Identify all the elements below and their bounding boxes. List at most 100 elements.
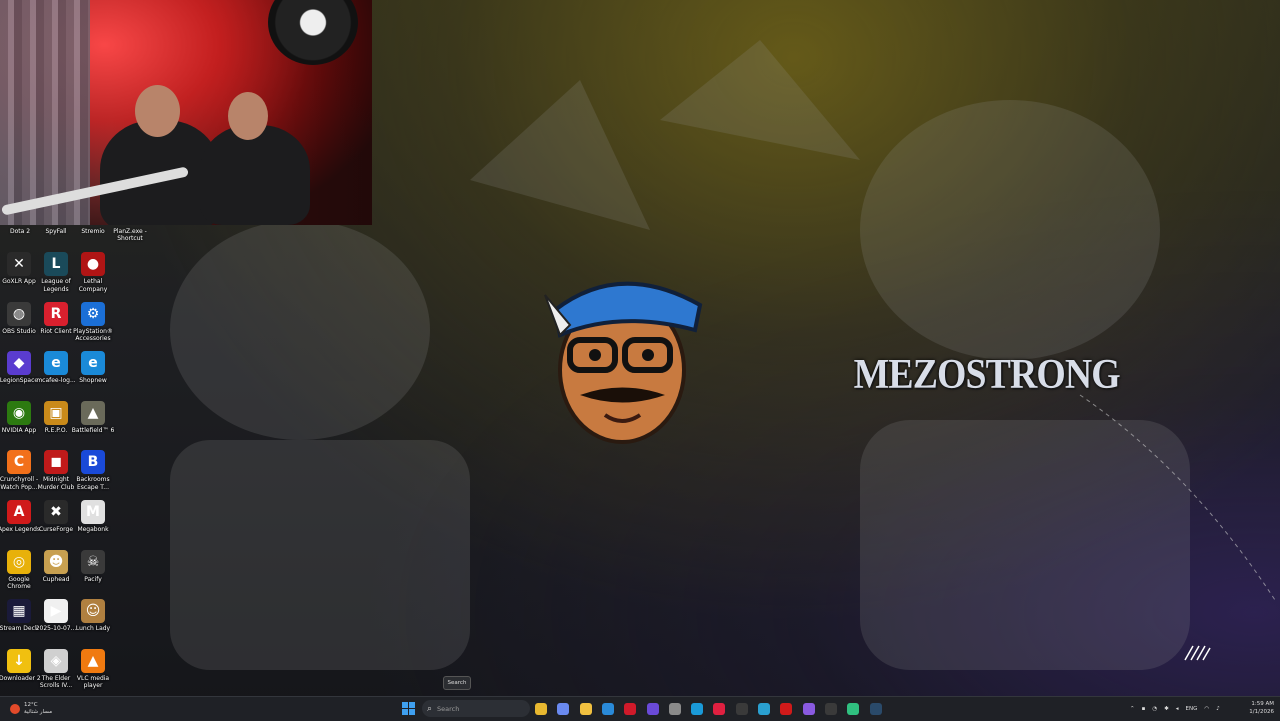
desktop-icon[interactable]: ☠ Pacify [74,549,112,584]
streamer-right [200,125,310,225]
opera-gx-icon[interactable] [713,703,726,715]
desktop-icon[interactable]: ☺ Lunch Lady [74,599,112,633]
volume-icon[interactable]: ◂ [1176,706,1179,712]
start-button[interactable] [402,702,415,715]
legionspace-icon: ◆ [7,351,31,376]
system-tray: ⌃ ▪ ◔ ✱ ◂ ENG ◠ ♪ [1130,697,1220,721]
desktop-icon[interactable]: ◼ Midnight Murder Club [37,450,75,491]
desktop-icon-label: Megabonk [77,526,109,533]
weather-icon [10,704,20,714]
streamlabs-icon[interactable] [847,703,860,715]
desktop-icon[interactable]: ▶ 2025-10-07... [36,599,76,633]
riot-client-icon: R [44,301,68,326]
desktop-icon-label: Dota 2 [9,228,31,235]
desktop-icon-label: SpyFall [45,228,67,235]
desktop-icon-stremio[interactable]: Stremio [73,228,113,235]
desktop-icon-dota2[interactable]: Dota 2 [0,228,40,235]
megabonk-icon: M [81,500,105,524]
desktop-icon-label: Pacify [84,575,102,583]
backrooms-icon: B [81,450,105,475]
obs-taskbar-icon[interactable] [735,703,748,715]
folder-icon[interactable] [579,703,592,715]
video-file-icon: ▶ [44,599,68,624]
desktop-icon[interactable]: ▣ R.E.P.O. [37,400,75,435]
desktop-icon[interactable]: ◉ NVIDIA App [0,400,38,435]
desktop-icon[interactable]: A Apex Legends [0,500,40,534]
taskbar-clock[interactable]: 1:59 AM 1/1/2026 [1240,700,1274,716]
webcam-overlay [0,0,372,225]
desktop-icon[interactable]: C Crunchyroll - Watch Pop... [0,450,38,491]
proton-vpn-icon[interactable] [646,703,659,715]
desktop-icon[interactable]: e Shopnew [74,351,112,385]
desktop-icon-label: Lunch Lady [75,625,111,633]
elder-scrolls-icon: ◈ [44,648,68,673]
desktop-icon[interactable]: ↓ JDownloader 2 [0,648,41,683]
speaker-icon[interactable]: ♪ [1216,706,1220,712]
language-indicator[interactable]: ENG [1186,706,1198,712]
chevron-up-icon[interactable]: ⌃ [1130,706,1135,712]
edge-icon: e [44,351,68,376]
goxlr-icon: ✕ [7,252,31,276]
desktop-icon-label: Backrooms Escape T... [76,476,110,491]
desktop-icon[interactable]: ☻ Cuphead [37,549,75,584]
messenger-icon[interactable] [802,703,815,715]
desktop-icon[interactable]: L League of Legends [37,252,75,293]
bluetooth-icon[interactable]: ✱ [1164,706,1169,712]
microsoft-store-icon[interactable] [601,703,614,715]
pacify-icon: ☠ [81,549,105,574]
desktop-icon-label: Stremio [81,228,105,235]
cuphead-icon: ☻ [44,549,68,574]
copilot-icon[interactable] [557,703,570,715]
lethal-company-icon: ● [81,252,105,276]
taskbar: 12°C مسار شتائية ⌕ Search ⌃ ▪ ◔ ✱ ◂ ENG … [0,696,1280,721]
weather-temp: 12°C [24,702,38,708]
apex-icon: A [7,500,31,524]
search-placeholder: Search [437,704,460,713]
desktop-icon[interactable]: ✖ CurseForge [37,500,75,534]
desktop-icon[interactable]: ▲ VLC media player [74,648,112,690]
clock-time: 1:59 AM [1251,701,1274,707]
weather-desc: مسار شتائية [24,709,53,715]
network-icon[interactable]: ◔ [1152,706,1157,712]
desktop-icon[interactable]: ⚙ PlayStation® Accessories [73,301,113,343]
desktop-icon-spyfall[interactable]: SpyFall [36,228,76,235]
vlc-icon: ▲ [81,648,105,673]
terminal-icon[interactable] [824,703,837,715]
file-explorer-icon[interactable] [535,703,547,715]
desktop-icon[interactable]: ◍ OBS Studio [0,301,38,336]
jdownloader-icon: ↓ [7,648,31,673]
netflix-icon[interactable] [780,703,793,715]
edge-icon[interactable] [691,703,704,715]
desktop-icon-planz[interactable]: PlanZ.exe - Shortcut [110,228,150,242]
battlefield-icon: ▲ [81,400,105,425]
tray-app-icon[interactable]: ▪ [1142,706,1146,712]
stream-deck-icon: ▦ [7,599,31,624]
desktop-icon-label: Shopnew [79,377,107,385]
steam-icon[interactable] [869,703,882,715]
desktop-icon[interactable]: ▦ Stream Deck [0,599,38,633]
wifi-icon[interactable]: ◠ [1204,706,1209,712]
desktop-icon[interactable]: e mcafee-log... [36,351,76,385]
mcafee-icon[interactable] [624,703,637,715]
desktop-icon[interactable]: ● Lethal Company [74,252,112,293]
edge-icon: e [81,351,105,376]
desktop-icon[interactable]: ◈ The Elder Scrolls IV... [37,648,75,690]
weather-widget[interactable]: 12°C مسار شتائية [10,699,52,719]
desktop-icon[interactable]: ▲ Battlefield™ 6 [72,400,114,435]
obs-icon: ◍ [7,301,31,326]
desktop-icon-label: VLC media player [76,674,110,690]
desktop-icon[interactable]: ◎ Google Chrome [0,549,38,591]
crunchyroll-icon: C [7,450,31,475]
league-of-legends-icon: L [44,252,68,276]
desktop-icon[interactable]: ✕ GoXLR App [0,252,38,286]
taskbar-search[interactable]: ⌕ Search [422,700,530,717]
brand-text: MEZOSTRONG [853,352,1121,398]
desktop-icon[interactable]: B Backrooms Escape T... [74,450,112,491]
desktop-icon[interactable]: ◆ LegionSpace [0,351,38,385]
desktop-icon[interactable]: R Riot Client [37,301,75,336]
streamer-right-head [228,92,268,140]
desktop-icon[interactable]: M Megabonk [74,500,112,534]
webcam-softbox [268,0,358,65]
edge-taskbar-icon[interactable] [758,703,770,715]
settings-icon[interactable] [668,703,681,715]
